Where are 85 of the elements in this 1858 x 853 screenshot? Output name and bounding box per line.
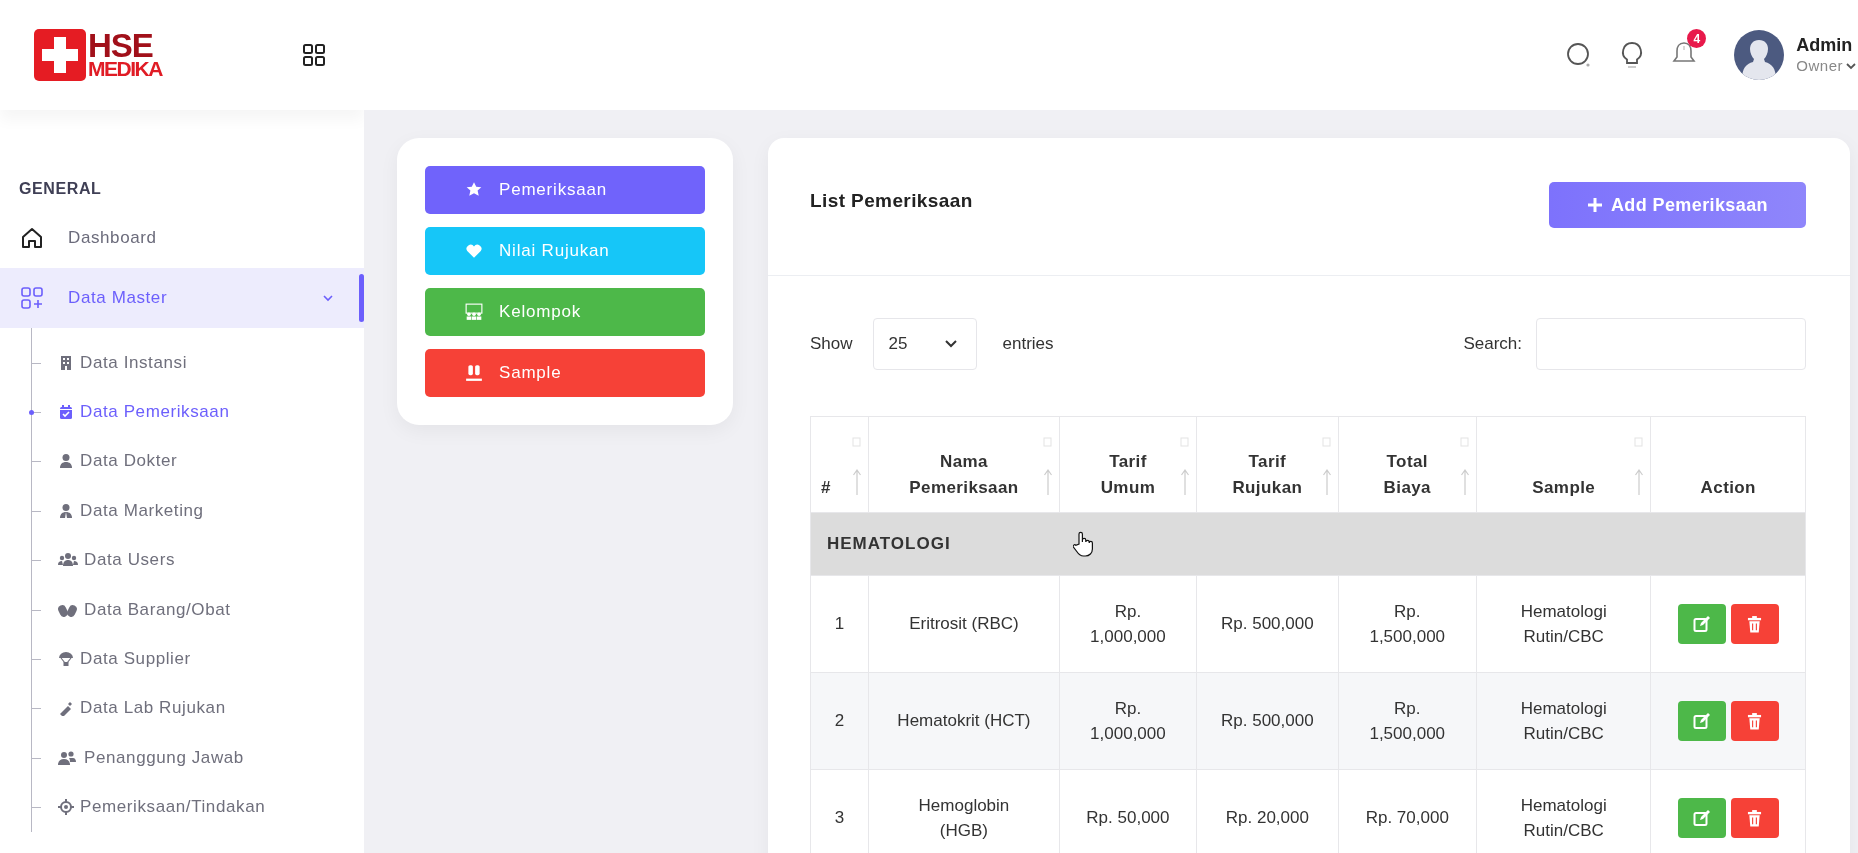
cross-icon (34, 29, 86, 81)
group-icon (465, 303, 483, 321)
table-cell: 2 (810, 672, 869, 770)
logo-text: HSE (88, 30, 153, 61)
delete-button[interactable] (1730, 798, 1779, 838)
person-icon (58, 502, 74, 519)
logo-text: MEDIKA (88, 60, 162, 80)
table-cell: Hematokrit (HCT) (868, 672, 1060, 770)
apps-icon (20, 286, 44, 310)
show-label: Show (810, 334, 853, 354)
parachute-icon (58, 651, 74, 668)
heart-icon (465, 242, 483, 260)
delete-button[interactable] (1730, 604, 1779, 644)
crosshair-icon (58, 799, 74, 816)
menu-button[interactable]: Pemeriksaan (425, 166, 705, 214)
search-field[interactable] (1536, 318, 1806, 370)
notification-badge: 4 (1687, 29, 1707, 48)
table-cell: 3 (810, 769, 869, 853)
edit-icon (1692, 712, 1711, 730)
submenu-item[interactable]: Data Barang/Obat (32, 584, 364, 635)
dropper-icon (58, 700, 74, 717)
column-header[interactable]: Total Biaya (1338, 416, 1477, 513)
submenu-item[interactable]: Data Dokter (32, 436, 364, 487)
submenu-item[interactable]: Data Supplier (32, 634, 364, 684)
section-heading: GENERAL (18, 180, 102, 198)
hand-cursor-icon (1073, 531, 1093, 557)
submenu-item[interactable]: Data Marketing (32, 486, 364, 536)
active-dot (29, 409, 34, 415)
edit-button[interactable] (1677, 701, 1726, 741)
chevron-down-icon[interactable] (1846, 61, 1856, 72)
grid-icon[interactable] (302, 43, 326, 67)
submenu-item[interactable]: Data Users (32, 535, 364, 585)
table-cell: Rp. 1,500,000 (1338, 672, 1477, 770)
avatar[interactable] (1734, 30, 1785, 80)
trash-icon (1747, 809, 1763, 827)
person-icon (58, 453, 74, 470)
sidebar-item[interactable]: Dashboard (0, 208, 364, 268)
edit-icon (1692, 809, 1711, 827)
edit-button[interactable] (1677, 604, 1726, 644)
sidebar-item[interactable]: Data Master (0, 268, 364, 328)
table-cell: Rp. 1,000,000 (1059, 672, 1197, 770)
column-header[interactable]: Nama Pemeriksaan (868, 416, 1060, 513)
search-label: Search: (1463, 334, 1522, 354)
table-cell: Rp. 1,500,000 (1338, 575, 1477, 673)
add-button[interactable]: Add Pemeriksaan (1548, 182, 1806, 228)
table-cell: Rp. 500,000 (1196, 575, 1339, 673)
menu-button[interactable]: Sample (425, 349, 705, 397)
submenu-item[interactable]: Data Instansi (32, 338, 364, 388)
column-header[interactable]: # (810, 416, 869, 513)
user-name: Admin (1796, 34, 1854, 57)
card-title: List Pemeriksaan (810, 190, 973, 212)
entries-label: entries (1002, 334, 1054, 354)
table-cell: 1 (810, 575, 869, 673)
chevron-down-icon (943, 339, 958, 349)
submenu-item[interactable]: Data Pemeriksaan (32, 387, 364, 437)
test-tubes-icon (465, 364, 483, 382)
calendar-check-icon (58, 404, 74, 421)
lightbulb-icon[interactable] (1620, 41, 1645, 69)
edit-button[interactable] (1677, 798, 1726, 838)
building-icon (58, 354, 74, 371)
active-indicator (359, 274, 364, 322)
column-header[interactable]: Tarif Umum (1059, 416, 1197, 513)
table-cell: Eritrosit (RBC) (868, 575, 1060, 673)
trash-icon (1747, 712, 1763, 730)
users-icon (58, 552, 78, 569)
submenu-item[interactable]: Pemeriksaan/Tindakan (32, 782, 364, 832)
submenu-item[interactable]: Penanggung Jawab (32, 733, 364, 783)
submenu-item[interactable]: Data Lab Rujukan (32, 683, 364, 734)
column-header: Action (1651, 416, 1806, 513)
group-row-label: HEMATOLOGI (810, 512, 1806, 576)
people-icon (58, 749, 78, 766)
table-cell: Hematologi Rutin/CBC (1476, 672, 1651, 770)
edit-icon (1692, 615, 1711, 633)
entries-select[interactable]: 25 (872, 318, 977, 370)
table-cell: Hematologi Rutin/CBC (1476, 575, 1651, 673)
table-cell: Rp. 500,000 (1196, 672, 1339, 770)
home-icon (20, 226, 44, 250)
column-header[interactable]: Tarif Rujukan (1196, 416, 1339, 513)
trash-icon (1747, 615, 1763, 633)
table-cell: Rp. 1,000,000 (1059, 575, 1197, 673)
plus-icon (1586, 197, 1603, 213)
user-role: Owner (1796, 56, 1843, 76)
delete-button[interactable] (1730, 701, 1779, 741)
column-header[interactable]: Sample (1476, 416, 1651, 513)
star-icon (465, 181, 483, 199)
